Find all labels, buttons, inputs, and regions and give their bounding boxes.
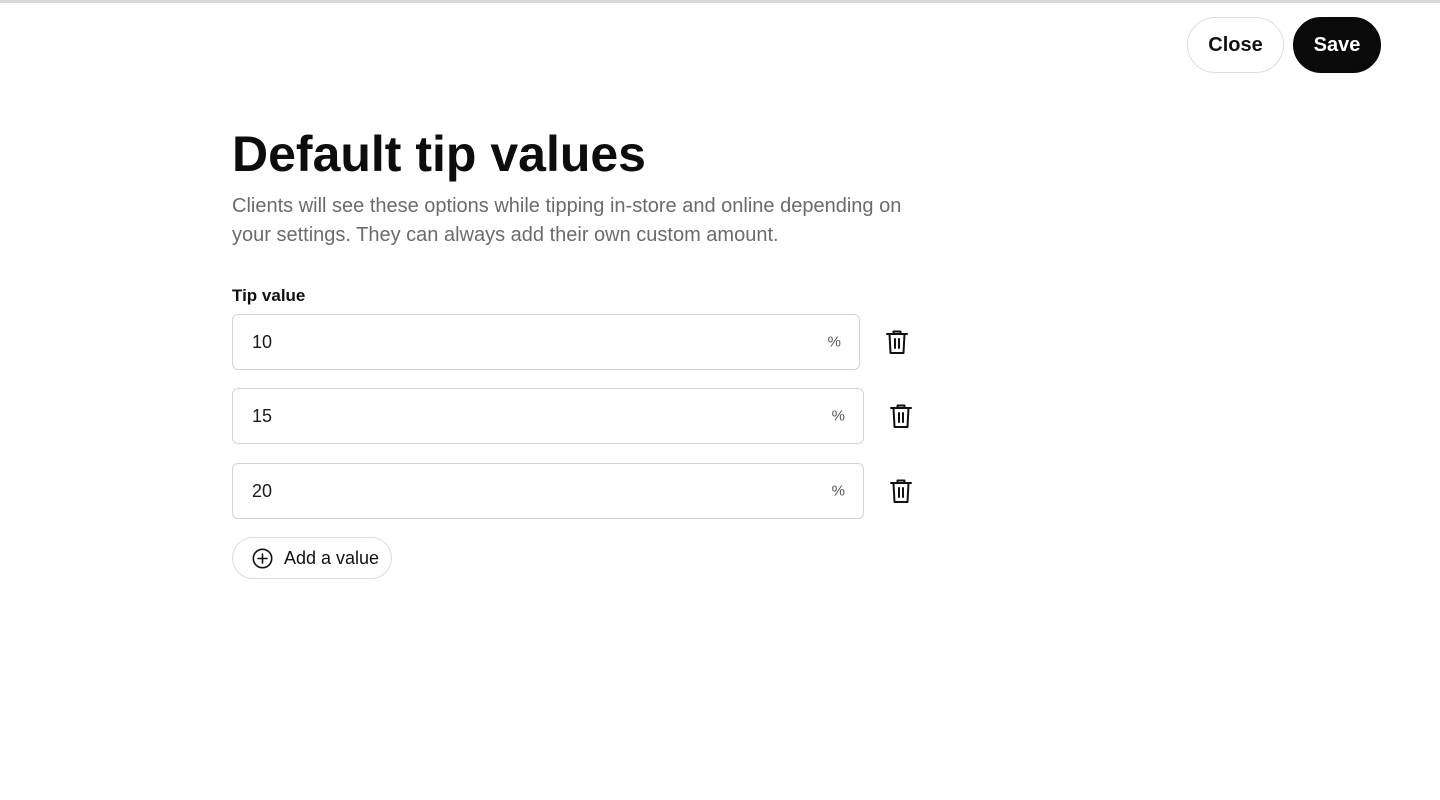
plus-circle-icon: [252, 548, 273, 569]
tip-field: %: [232, 388, 864, 444]
top-divider: [0, 0, 1440, 3]
tip-row: %: [232, 388, 916, 444]
tip-value-input[interactable]: [233, 315, 859, 369]
percent-suffix: %: [831, 407, 845, 425]
tip-value-input[interactable]: [233, 464, 863, 518]
page-description: Clients will see these options while tip…: [232, 195, 902, 246]
add-value-button[interactable]: Add a value: [232, 537, 392, 579]
tip-value-label: Tip value: [232, 286, 306, 305]
trash-icon[interactable]: [882, 327, 912, 357]
tip-row: %: [232, 463, 916, 519]
page-title: Default tip values: [232, 126, 646, 182]
tip-row: %: [232, 314, 912, 370]
header-actions: Close Save: [1187, 17, 1381, 73]
save-button[interactable]: Save: [1293, 17, 1381, 73]
tip-value-input[interactable]: [233, 389, 863, 443]
tip-field: %: [232, 463, 864, 519]
add-value-label: Add a value: [284, 547, 380, 568]
percent-suffix: %: [827, 333, 841, 351]
percent-suffix: %: [831, 482, 845, 500]
close-button[interactable]: Close: [1187, 17, 1284, 73]
trash-icon[interactable]: [886, 476, 916, 506]
trash-icon[interactable]: [886, 401, 916, 431]
tip-field: %: [232, 314, 860, 370]
